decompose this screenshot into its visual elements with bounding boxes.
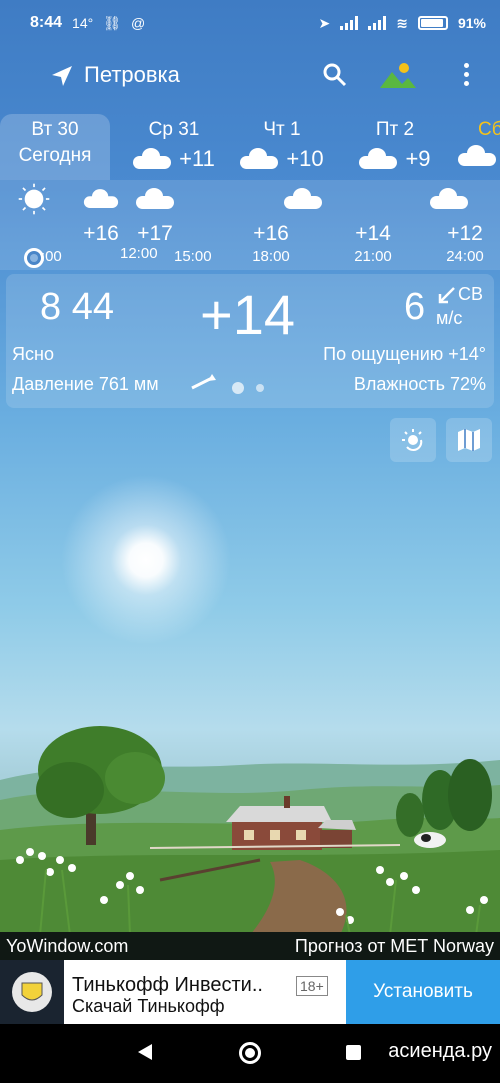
- condition-text: Ясно: [12, 344, 54, 364]
- day-name: Ср 31: [148, 119, 200, 140]
- ad-age-rating: 18+: [296, 976, 328, 996]
- wind-direction: СВ: [458, 284, 484, 304]
- more-menu-icon[interactable]: [456, 58, 476, 90]
- pressure-trend-icon: [191, 374, 216, 390]
- forecast-source[interactable]: Прогноз от MET Norway: [295, 936, 494, 957]
- page-indicator: [232, 382, 264, 394]
- yowindow-link[interactable]: YoWindow.com: [6, 936, 128, 957]
- partly-cloudy-icon: [83, 189, 119, 208]
- current-time: 8 44: [40, 286, 114, 328]
- cloud-icon: [458, 145, 496, 166]
- hour-temp: +12: [447, 222, 483, 245]
- tab-day-sat[interactable]: Сб: [456, 114, 500, 180]
- status-bar: 8:44 14° ⛓ @ ➤ ≋ 91%: [0, 0, 500, 46]
- humidity: Влажность 72%: [353, 374, 486, 394]
- day-name: Сб: [478, 119, 500, 140]
- day-temp: +9: [405, 146, 431, 171]
- day-temp: +11: [179, 146, 215, 171]
- status-temp: 14°: [72, 15, 94, 31]
- back-icon[interactable]: [136, 1042, 154, 1062]
- cloud-icon: [133, 148, 172, 169]
- hour-item: +12 24:00: [430, 180, 500, 265]
- tab-day-wed[interactable]: Ср 31 +11: [124, 114, 224, 180]
- wind-unit: м/с: [436, 308, 463, 328]
- ad-logo: [0, 960, 64, 1024]
- map-icon: [458, 429, 480, 451]
- app-header: Петровка: [0, 52, 500, 100]
- current-time-indicator: [24, 248, 44, 268]
- recent-apps-icon[interactable]: [346, 1045, 361, 1060]
- day-name: Вт 30: [31, 119, 79, 140]
- wind-arrow-icon: [438, 287, 455, 304]
- signal-icon-2: [368, 16, 387, 30]
- hour-temp: +17: [137, 222, 173, 245]
- signal-icon: [340, 16, 359, 30]
- ad-subtitle: Скачай Тинькофф: [72, 996, 225, 1016]
- status-time: 8:44: [30, 14, 63, 31]
- search-icon[interactable]: [322, 62, 348, 88]
- battery-percent: 91%: [457, 15, 486, 31]
- current-conditions-panel[interactable]: 8 44 +14 6 СВ м/с Ясно По ощущению +14° …: [6, 274, 494, 408]
- credits-bar: YoWindow.com Прогноз от MET Norway: [0, 932, 500, 960]
- ad-title: Тинькофф Инвести..: [72, 974, 263, 996]
- home-icon[interactable]: [239, 1042, 261, 1064]
- hour-time: 18:00: [252, 248, 290, 265]
- hour-temp-18: +16: [253, 222, 289, 245]
- tab-day-fri[interactable]: Пт 2 +9: [350, 114, 440, 180]
- navigation-bar: асиенда.ру: [0, 1024, 500, 1083]
- sun-icon: [18, 183, 50, 215]
- day-sub: Сегодня: [18, 145, 92, 166]
- pressure: Давление 761 мм: [12, 374, 159, 394]
- location-arrow-icon: ➤: [318, 14, 331, 31]
- hour-temp: +14: [355, 222, 391, 245]
- hour-time: 24:00: [446, 248, 484, 265]
- current-temp: +14: [200, 283, 295, 346]
- wind-speed: 6: [404, 286, 426, 328]
- location-arrow-icon[interactable]: [50, 64, 74, 88]
- battery-icon: [417, 16, 448, 30]
- hourly-forecast[interactable]: 10:00 +16 12:00 +17 15:00 +17 +16 18:00 …: [0, 180, 500, 270]
- landscape-icon[interactable]: [378, 60, 418, 90]
- hour-time: 21:00: [354, 248, 392, 265]
- hour-time: 15:00: [174, 248, 212, 265]
- install-button[interactable]: Установить: [346, 960, 500, 1024]
- map-button[interactable]: [446, 418, 492, 462]
- tab-day-thu[interactable]: Чт 1 +10: [232, 114, 332, 180]
- cloud-icon: [359, 148, 398, 169]
- watermark: асиенда.ру: [388, 1040, 492, 1062]
- tinkoff-logo-icon: [12, 972, 52, 1012]
- hour-item: +17 15:00: [120, 180, 212, 265]
- hour-item: [268, 180, 338, 218]
- ad-banner[interactable]: Тинькофф Инвести.. 18+ Скачай Тинькофф У…: [0, 960, 500, 1024]
- tab-day-today[interactable]: Вт 30 Сегодня: [0, 114, 110, 180]
- location-title[interactable]: Петровка: [84, 62, 180, 88]
- day-name: Чт 1: [263, 119, 301, 140]
- sun-cycle-button[interactable]: [390, 418, 436, 462]
- cloud-icon: [284, 188, 322, 209]
- feels-like: По ощущению +14°: [323, 344, 486, 364]
- day-tabs: Вт 30 Сегодня Ср 31 +11 Чт 1 +10 Пт 2 +9…: [0, 114, 500, 180]
- wifi-icon: ≋: [396, 14, 408, 31]
- at-icon: @: [130, 15, 146, 31]
- link-icon: ⛓: [103, 14, 121, 31]
- hour-item: +14 21:00: [338, 180, 408, 265]
- cloud-icon: [136, 188, 174, 209]
- day-temp: +10: [286, 146, 324, 171]
- sun-cycle-icon: [402, 429, 423, 451]
- cloud-icon: [240, 148, 279, 169]
- day-name: Пт 2: [375, 119, 415, 140]
